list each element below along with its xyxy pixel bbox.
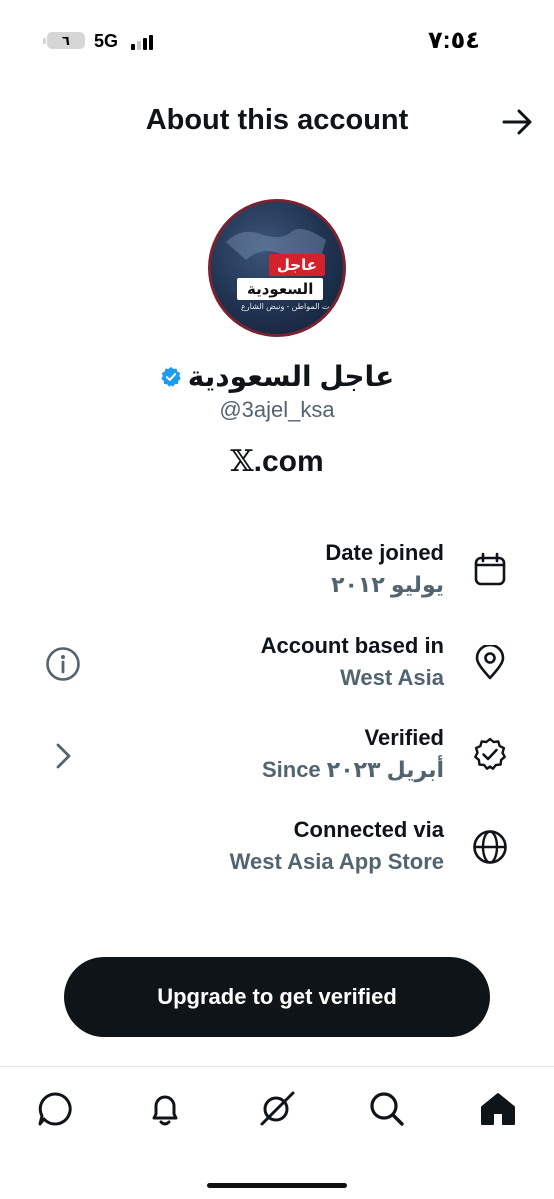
detail-value: West Asia App Store: [229, 849, 444, 874]
avatar-logo-secondary: السعودية: [237, 278, 324, 300]
search-icon[interactable]: [367, 1089, 407, 1129]
x-logo: 𝕏: [230, 444, 254, 479]
calendar-icon: [474, 552, 506, 586]
detail-label: Date joined: [325, 540, 444, 565]
detail-row-connected-via: Connected via West Asia App Store: [0, 817, 554, 897]
battery-indicator: ٦: [43, 32, 85, 49]
profile-handle: @3ajel_ksa: [219, 397, 335, 422]
platform-label: 𝕏.com: [0, 444, 554, 479]
page-title: About this account: [145, 104, 409, 136]
status-time: ٧:٥٤: [428, 27, 480, 54]
location-pin-icon: [475, 645, 505, 680]
detail-label: Account based in: [260, 633, 444, 658]
detail-value: يوليو ٢٠١٢: [331, 572, 444, 597]
detail-value: Since أبريل ٢٠٢٣: [261, 757, 444, 782]
profile-name: عاجل السعودية: [187, 361, 395, 392]
platform-domain: .com: [253, 445, 324, 478]
profile-name-row: عاجل السعودية: [0, 360, 554, 393]
detail-label: Verified: [364, 725, 444, 750]
arrow-right-icon[interactable]: [500, 106, 536, 138]
blue-check-icon: [161, 366, 181, 387]
avatar: عاجل السعودية صوت المواطن - ونبض الشارع: [208, 199, 346, 337]
messages-icon[interactable]: [35, 1089, 75, 1129]
globe-icon: [473, 830, 507, 864]
upgrade-button[interactable]: Upgrade to get verified: [64, 957, 490, 1037]
info-icon[interactable]: [44, 645, 82, 683]
avatar-logo-tagline: صوت المواطن - ونبض الشارع: [241, 302, 341, 311]
home-indicator[interactable]: [207, 1183, 347, 1188]
detail-row-date-joined: Date joined يوليو ٢٠١٢: [0, 540, 554, 620]
verified-badge-icon: [474, 737, 506, 770]
detail-label: Connected via: [293, 817, 444, 842]
avatar-logo-primary: عاجل: [268, 254, 325, 276]
detail-value: West Asia: [340, 665, 444, 690]
network-type: 5G: [94, 31, 119, 51]
detail-row-verified[interactable]: Verified Since أبريل ٢٠٢٣: [0, 725, 554, 805]
bottom-tab-bar: [0, 1067, 554, 1151]
grok-icon[interactable]: [257, 1089, 297, 1129]
home-icon[interactable]: [478, 1089, 518, 1129]
chevron-right-icon[interactable]: [44, 737, 82, 775]
status-bar: ٦ 5G ٧:٥٤: [0, 0, 554, 80]
signal-icon: [131, 34, 153, 50]
detail-row-account-based-in: Account based in West Asia: [0, 633, 554, 713]
notifications-icon[interactable]: [145, 1089, 185, 1129]
